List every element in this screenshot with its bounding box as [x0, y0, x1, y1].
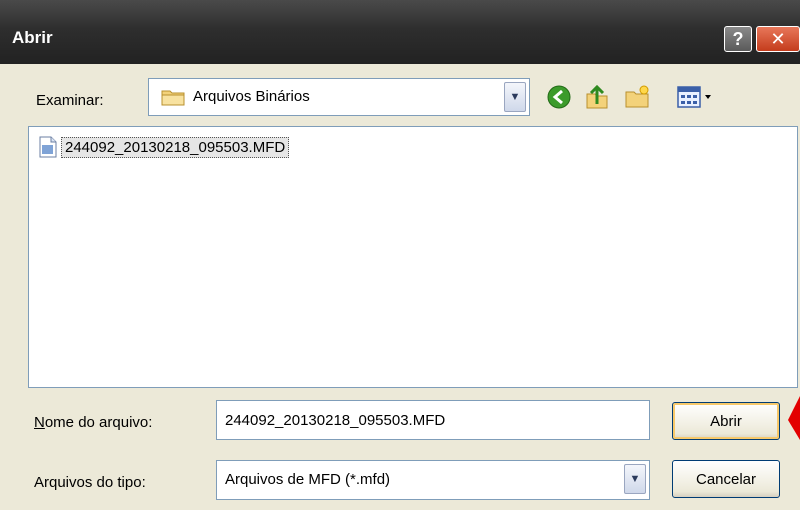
- help-icon: ?: [732, 28, 744, 49]
- filetype-dropdown-button[interactable]: ▼: [624, 464, 646, 494]
- chevron-down-icon: ▼: [509, 91, 521, 103]
- filename-input[interactable]: [216, 400, 650, 440]
- up-folder-icon[interactable]: [584, 84, 610, 110]
- file-list[interactable]: 244092_20130218_095503.MFD: [28, 126, 798, 388]
- title-bar[interactable]: Abrir ? ✕: [0, 0, 800, 64]
- open-file-dialog: Abrir ? ✕ Examinar: Arquivos Binários ▼: [0, 0, 800, 510]
- back-icon[interactable]: [546, 84, 572, 110]
- look-in-dropdown-button[interactable]: ▼: [504, 82, 526, 112]
- cancel-button[interactable]: Cancelar: [672, 460, 780, 498]
- list-item[interactable]: 244092_20130218_095503.MFD: [39, 135, 290, 159]
- views-menu-icon[interactable]: [676, 84, 720, 110]
- close-icon: ✕: [770, 28, 786, 49]
- annotation-arrow-icon: [788, 396, 800, 440]
- filename-label-rest: ome do arquivo:: [44, 414, 153, 431]
- new-folder-icon[interactable]: [624, 84, 650, 110]
- look-in-label: Examinar:: [36, 92, 104, 109]
- look-in-value: Arquivos Binários: [193, 88, 310, 105]
- close-button[interactable]: ✕: [756, 26, 800, 52]
- file-name: 244092_20130218_095503.MFD: [61, 136, 290, 158]
- look-in-dropdown[interactable]: Arquivos Binários ▼: [148, 78, 530, 116]
- filetype-dropdown[interactable]: Arquivos de MFD (*.mfd) ▼: [216, 460, 650, 500]
- chevron-down-icon: ▼: [629, 473, 641, 485]
- filetype-value: Arquivos de MFD (*.mfd): [225, 471, 391, 488]
- filename-label: Nome do arquivo:: [34, 414, 153, 431]
- help-button[interactable]: ?: [724, 26, 752, 52]
- folder-icon: [161, 90, 185, 106]
- open-button[interactable]: Abrir: [672, 402, 780, 440]
- mfd-file-icon: [39, 136, 57, 158]
- dialog-title: Abrir: [12, 28, 53, 47]
- filetype-label: Arquivos do tipo:: [34, 474, 146, 491]
